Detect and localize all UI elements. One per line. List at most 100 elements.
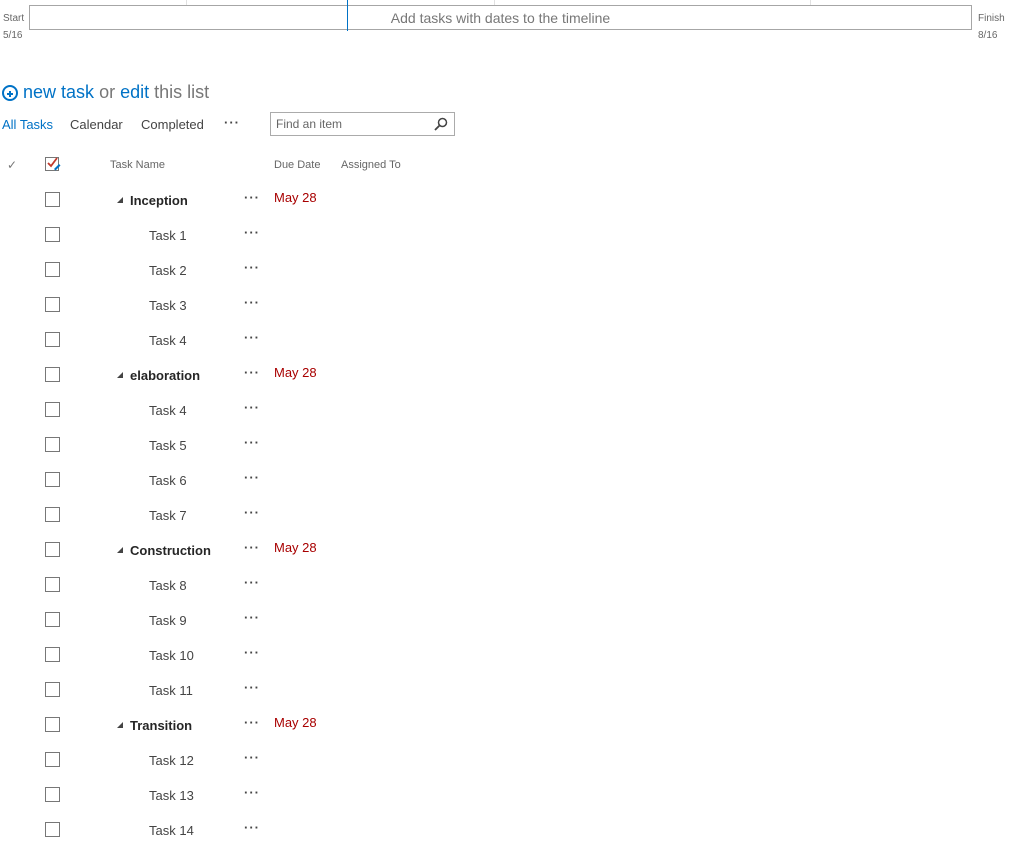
table-row[interactable]: Task 13 ··· xyxy=(0,785,1029,822)
collapse-triangle-icon[interactable] xyxy=(117,197,123,203)
task-name[interactable]: Task 12 xyxy=(149,753,194,768)
table-row[interactable]: Task 1 ··· xyxy=(0,225,1029,262)
table-row[interactable]: Task 4 ··· xyxy=(0,330,1029,367)
task-name[interactable]: Task 9 xyxy=(149,613,187,628)
row-more-button[interactable]: ··· xyxy=(244,505,260,520)
tab-completed[interactable]: Completed xyxy=(141,116,204,133)
task-name[interactable]: Task 1 xyxy=(149,228,187,243)
row-checkbox[interactable] xyxy=(45,612,60,627)
row-more-button[interactable]: ··· xyxy=(244,575,260,590)
row-more-button[interactable]: ··· xyxy=(244,330,260,345)
this-list-text: this list xyxy=(154,82,210,102)
table-row[interactable]: Task 5 ··· xyxy=(0,435,1029,472)
task-name[interactable]: Task 6 xyxy=(149,473,187,488)
row-checkbox[interactable] xyxy=(45,437,60,452)
edit-list-checkbox[interactable] xyxy=(45,157,61,171)
row-checkbox[interactable] xyxy=(45,402,60,417)
more-views-button[interactable]: ··· xyxy=(224,114,240,131)
search-box xyxy=(270,112,455,136)
tab-calendar[interactable]: Calendar xyxy=(70,116,123,133)
table-row[interactable]: Task 9 ··· xyxy=(0,610,1029,647)
row-checkbox[interactable] xyxy=(45,717,60,732)
row-more-button[interactable]: ··· xyxy=(244,750,260,765)
row-checkbox[interactable] xyxy=(45,262,60,277)
group-name[interactable]: Construction xyxy=(130,543,211,558)
table-row[interactable]: Task 12 ··· xyxy=(0,750,1029,787)
search-input[interactable] xyxy=(276,116,426,132)
table-row[interactable]: Task 6 ··· xyxy=(0,470,1029,507)
table-row[interactable]: Task 4 ··· xyxy=(0,400,1029,437)
group-name[interactable]: Inception xyxy=(130,193,188,208)
collapse-triangle-icon[interactable] xyxy=(117,722,123,728)
row-more-button[interactable]: ··· xyxy=(244,820,260,835)
row-more-button[interactable]: ··· xyxy=(244,610,260,625)
task-name[interactable]: Task 8 xyxy=(149,578,187,593)
row-more-button[interactable]: ··· xyxy=(244,470,260,485)
group-row[interactable]: Transition ··· May 28 xyxy=(0,715,1029,752)
column-header-task-name[interactable]: Task Name xyxy=(110,159,165,171)
select-all-check[interactable]: ✓ xyxy=(7,158,17,172)
plus-circle-icon[interactable] xyxy=(2,85,18,101)
timeline-finish-date: 8/16 xyxy=(978,30,998,41)
table-row[interactable]: Task 11 ··· xyxy=(0,680,1029,717)
row-checkbox[interactable] xyxy=(45,367,60,382)
table-row[interactable]: Task 10 ··· xyxy=(0,645,1029,682)
task-name[interactable]: Task 2 xyxy=(149,263,187,278)
row-more-button[interactable]: ··· xyxy=(244,785,260,800)
row-checkbox[interactable] xyxy=(45,682,60,697)
search-icon[interactable] xyxy=(434,117,448,131)
task-name[interactable]: Task 13 xyxy=(149,788,194,803)
collapse-triangle-icon[interactable] xyxy=(117,547,123,553)
row-more-button[interactable]: ··· xyxy=(244,680,260,695)
group-row[interactable]: Construction ··· May 28 xyxy=(0,540,1029,577)
task-name[interactable]: Task 4 xyxy=(149,403,187,418)
table-row[interactable]: Task 3 ··· xyxy=(0,295,1029,332)
or-text: or xyxy=(99,82,116,102)
row-checkbox[interactable] xyxy=(45,542,60,557)
task-name[interactable]: Task 4 xyxy=(149,333,187,348)
row-more-button[interactable]: ··· xyxy=(244,645,260,660)
table-row[interactable]: Task 14 ··· xyxy=(0,820,1029,857)
row-checkbox[interactable] xyxy=(45,647,60,662)
task-name[interactable]: Task 3 xyxy=(149,298,187,313)
row-more-button[interactable]: ··· xyxy=(244,260,260,275)
new-task-bar: new task or edit this list xyxy=(2,81,209,103)
table-row[interactable]: Task 2 ··· xyxy=(0,260,1029,297)
row-more-button[interactable]: ··· xyxy=(244,295,260,310)
table-row[interactable]: Task 7 ··· xyxy=(0,505,1029,542)
row-checkbox[interactable] xyxy=(45,822,60,837)
row-checkbox[interactable] xyxy=(45,787,60,802)
group-row[interactable]: elaboration ··· May 28 xyxy=(0,365,1029,402)
group-name[interactable]: elaboration xyxy=(130,368,200,383)
task-name[interactable]: Task 10 xyxy=(149,648,194,663)
task-name[interactable]: Task 5 xyxy=(149,438,187,453)
row-checkbox[interactable] xyxy=(45,227,60,242)
task-name[interactable]: Task 14 xyxy=(149,823,194,838)
task-name[interactable]: Task 11 xyxy=(149,683,193,698)
row-more-button[interactable]: ··· xyxy=(244,365,260,380)
collapse-triangle-icon[interactable] xyxy=(117,372,123,378)
edit-list-link[interactable]: edit xyxy=(120,82,149,102)
tab-all-tasks[interactable]: All Tasks xyxy=(2,116,53,133)
row-checkbox[interactable] xyxy=(45,472,60,487)
row-more-button[interactable]: ··· xyxy=(244,715,260,730)
group-name[interactable]: Transition xyxy=(130,718,192,733)
row-checkbox[interactable] xyxy=(45,332,60,347)
task-name[interactable]: Task 7 xyxy=(149,508,187,523)
timeline-finish-label: Finish xyxy=(978,13,1005,24)
row-checkbox[interactable] xyxy=(45,192,60,207)
group-row[interactable]: Inception ··· May 28 xyxy=(0,190,1029,227)
column-header-assigned-to[interactable]: Assigned To xyxy=(341,159,401,171)
row-checkbox[interactable] xyxy=(45,297,60,312)
row-more-button[interactable]: ··· xyxy=(244,225,260,240)
row-more-button[interactable]: ··· xyxy=(244,190,260,205)
new-task-link[interactable]: new task xyxy=(23,82,94,102)
row-checkbox[interactable] xyxy=(45,752,60,767)
row-more-button[interactable]: ··· xyxy=(244,540,260,555)
column-header-due-date[interactable]: Due Date xyxy=(274,159,320,171)
row-checkbox[interactable] xyxy=(45,507,60,522)
row-checkbox[interactable] xyxy=(45,577,60,592)
table-row[interactable]: Task 8 ··· xyxy=(0,575,1029,612)
row-more-button[interactable]: ··· xyxy=(244,400,260,415)
row-more-button[interactable]: ··· xyxy=(244,435,260,450)
